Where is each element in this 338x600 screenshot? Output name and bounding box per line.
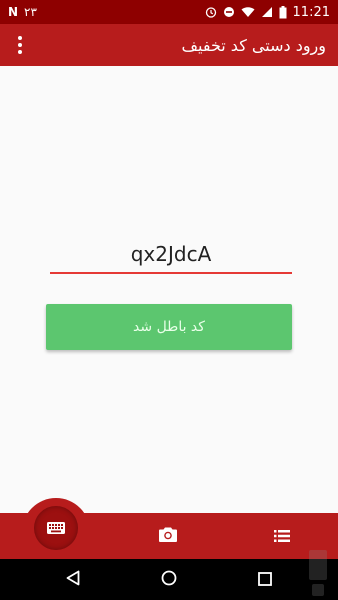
status-time: 11:21 — [292, 4, 330, 20]
dnd-icon — [223, 6, 235, 18]
recents-icon — [258, 571, 272, 590]
overflow-dot-icon — [18, 43, 22, 47]
home-icon — [161, 570, 177, 590]
overflow-dot-icon — [18, 36, 22, 40]
camera-icon — [159, 527, 177, 546]
battery-icon — [279, 5, 287, 19]
signal-icon — [261, 6, 273, 18]
list-icon — [274, 527, 290, 546]
status-system: 11:21 — [205, 5, 330, 20]
main-content: کد باطل شد — [0, 66, 338, 513]
wifi-icon — [241, 6, 255, 18]
back-icon — [66, 570, 80, 590]
notification-letter: N — [8, 5, 19, 19]
keyboard-icon — [47, 519, 65, 538]
system-navigation-bar — [0, 559, 338, 600]
camera-tab-button[interactable] — [154, 523, 182, 549]
recents-button[interactable] — [252, 567, 278, 593]
discount-code-input[interactable] — [50, 236, 292, 274]
keyboard-tab-button[interactable] — [34, 506, 78, 550]
code-status-button[interactable]: کد باطل شد — [46, 304, 292, 350]
status-bar: N ۲۳ 11:21 — [0, 0, 338, 24]
alarm-icon — [205, 6, 217, 18]
app-bar: ورود دستی کد تخفیف — [0, 24, 338, 66]
app-store-watermark-icon — [303, 548, 333, 598]
home-button[interactable] — [156, 567, 182, 593]
overflow-menu-button[interactable] — [12, 33, 28, 57]
page-title: ورود دستی کد تخفیف — [181, 35, 326, 55]
notification-count: ۲۳ — [24, 5, 37, 19]
overflow-dot-icon — [18, 50, 22, 54]
list-tab-button[interactable] — [268, 523, 296, 549]
back-button[interactable] — [60, 567, 86, 593]
status-notifications: N ۲۳ — [8, 5, 37, 19]
